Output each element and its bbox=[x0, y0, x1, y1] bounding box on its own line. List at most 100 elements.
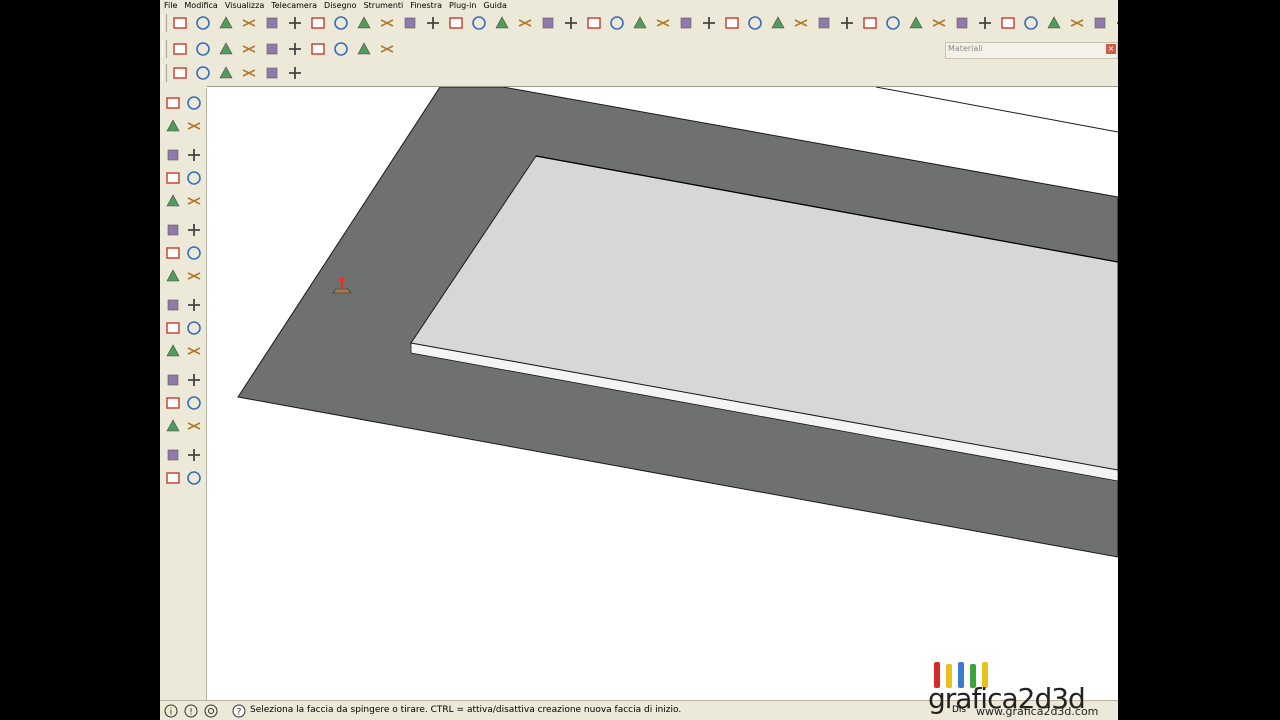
menu-visualizza[interactable]: Visualizza bbox=[221, 0, 267, 11]
front-view-button[interactable] bbox=[837, 13, 857, 33]
dimension-button[interactable] bbox=[515, 13, 535, 33]
menu-plug-in[interactable]: Plug-in bbox=[445, 0, 479, 11]
sidebar-polygon-button[interactable] bbox=[162, 190, 183, 212]
wireframe-button[interactable] bbox=[952, 13, 972, 33]
toolbar-grip[interactable] bbox=[162, 40, 167, 58]
sandbox-smoove-button[interactable] bbox=[308, 39, 328, 59]
menu-modifica[interactable]: Modifica bbox=[180, 0, 220, 11]
door-button[interactable] bbox=[193, 63, 213, 83]
tape-measure-button[interactable] bbox=[469, 13, 489, 33]
sidebar-tape-measure-button[interactable] bbox=[162, 294, 183, 316]
sidebar-walk-button[interactable] bbox=[162, 467, 183, 489]
toolbar-grip[interactable] bbox=[162, 64, 167, 82]
materials-close-button[interactable]: × bbox=[1106, 44, 1116, 54]
house-outline-button[interactable] bbox=[262, 63, 282, 83]
help-button[interactable] bbox=[239, 39, 259, 59]
house-button[interactable] bbox=[216, 63, 236, 83]
sidebar-previous-button[interactable] bbox=[183, 415, 204, 437]
polygon-button[interactable] bbox=[308, 13, 328, 33]
sidebar-paint-bucket-button[interactable] bbox=[162, 115, 183, 137]
sidebar-axes-button[interactable] bbox=[162, 340, 183, 362]
sidebar-zoom-window-button[interactable] bbox=[183, 392, 204, 414]
move-button[interactable] bbox=[377, 13, 397, 33]
orbit-button[interactable] bbox=[630, 13, 650, 33]
toolbar-grip[interactable] bbox=[162, 14, 167, 32]
x-ray-button[interactable] bbox=[929, 13, 949, 33]
sidebar-follow-me-button[interactable] bbox=[183, 242, 204, 264]
text-button[interactable] bbox=[538, 13, 558, 33]
sidebar-position-camera-button[interactable] bbox=[162, 444, 183, 466]
credits-icon[interactable]: ! bbox=[184, 704, 198, 718]
top-view-button[interactable] bbox=[814, 13, 834, 33]
fog-button[interactable] bbox=[1090, 13, 1110, 33]
sidebar-look-around-button[interactable] bbox=[183, 444, 204, 466]
geolocation-icon[interactable]: i bbox=[164, 704, 178, 718]
flip-edge-button[interactable] bbox=[377, 39, 397, 59]
sidebar-offset-button[interactable] bbox=[183, 265, 204, 287]
rotate-button[interactable] bbox=[400, 13, 420, 33]
rectangle-button[interactable] bbox=[262, 13, 282, 33]
scale-button[interactable] bbox=[423, 13, 443, 33]
sidebar-orbit-button[interactable] bbox=[162, 369, 183, 391]
protractor-button[interactable] bbox=[492, 13, 512, 33]
shadow-button[interactable] bbox=[1067, 13, 1087, 33]
sidebar-pan-button[interactable] bbox=[183, 369, 204, 391]
menu-guida[interactable]: Guida bbox=[479, 0, 509, 11]
eraser-button[interactable] bbox=[239, 13, 259, 33]
sidebar-arc-button[interactable] bbox=[183, 167, 204, 189]
next-view-button[interactable] bbox=[768, 13, 788, 33]
tag-button[interactable] bbox=[262, 39, 282, 59]
sidebar-eraser-button[interactable] bbox=[183, 115, 204, 137]
back-view-button[interactable] bbox=[883, 13, 903, 33]
3d-text-button[interactable] bbox=[584, 13, 604, 33]
hidden-line-button[interactable] bbox=[975, 13, 995, 33]
sidebar-rotate-button[interactable] bbox=[162, 242, 183, 264]
menu-file[interactable]: File bbox=[160, 0, 180, 11]
zoom-button[interactable] bbox=[676, 13, 696, 33]
model-canvas[interactable] bbox=[207, 87, 1118, 701]
monochrome-button[interactable] bbox=[1044, 13, 1064, 33]
left-view-button[interactable] bbox=[906, 13, 926, 33]
circle-button[interactable] bbox=[285, 13, 305, 33]
right-view-button[interactable] bbox=[860, 13, 880, 33]
select-button[interactable] bbox=[170, 13, 190, 33]
sidebar-3d-text-button[interactable] bbox=[183, 340, 204, 362]
drape-button[interactable] bbox=[354, 39, 374, 59]
line-button[interactable] bbox=[193, 13, 213, 33]
menu-finestra[interactable]: Finestra bbox=[406, 0, 445, 11]
user-icon[interactable] bbox=[204, 704, 218, 718]
sidebar-line-button[interactable] bbox=[183, 144, 204, 166]
push-pull-button[interactable] bbox=[354, 13, 374, 33]
sidebar-push-pull-button[interactable] bbox=[183, 219, 204, 241]
sidebar-circle-button[interactable] bbox=[162, 167, 183, 189]
materials-m-button[interactable] bbox=[170, 39, 190, 59]
round-r-button[interactable] bbox=[216, 39, 236, 59]
sidebar-select-button[interactable] bbox=[162, 92, 183, 114]
sidebar-zoom-extents-button[interactable] bbox=[162, 415, 183, 437]
sidebar-zoom-button[interactable] bbox=[162, 392, 183, 414]
sidebar-scale-button[interactable] bbox=[162, 265, 183, 287]
sidebar-rectangle-button[interactable] bbox=[162, 144, 183, 166]
stamp-button[interactable] bbox=[331, 39, 351, 59]
floor-button[interactable] bbox=[239, 63, 259, 83]
sidebar-text-button[interactable] bbox=[183, 317, 204, 339]
pan-button[interactable] bbox=[653, 13, 673, 33]
instructor-help-icon[interactable]: ? bbox=[232, 704, 246, 718]
sidebar-move-button[interactable] bbox=[162, 219, 183, 241]
axes-button[interactable] bbox=[561, 13, 581, 33]
freehand-button[interactable] bbox=[331, 13, 351, 33]
offset-button[interactable] bbox=[446, 13, 466, 33]
paint-tag-button[interactable] bbox=[193, 39, 213, 59]
zoom-extents-button[interactable] bbox=[722, 13, 742, 33]
materials-panel[interactable]: Materiali × bbox=[945, 42, 1118, 59]
model-viewport[interactable] bbox=[207, 86, 1118, 701]
previous-view-button[interactable] bbox=[745, 13, 765, 33]
sidebar-section-plane-button[interactable] bbox=[183, 467, 204, 489]
shaded-texture-button[interactable] bbox=[1021, 13, 1041, 33]
sun-button[interactable] bbox=[285, 39, 305, 59]
sidebar-component-button[interactable] bbox=[183, 92, 204, 114]
iso-view-button[interactable] bbox=[791, 13, 811, 33]
sidebar-protractor-button[interactable] bbox=[162, 317, 183, 339]
house-3d-button[interactable] bbox=[170, 63, 190, 83]
arc-button[interactable] bbox=[216, 13, 236, 33]
